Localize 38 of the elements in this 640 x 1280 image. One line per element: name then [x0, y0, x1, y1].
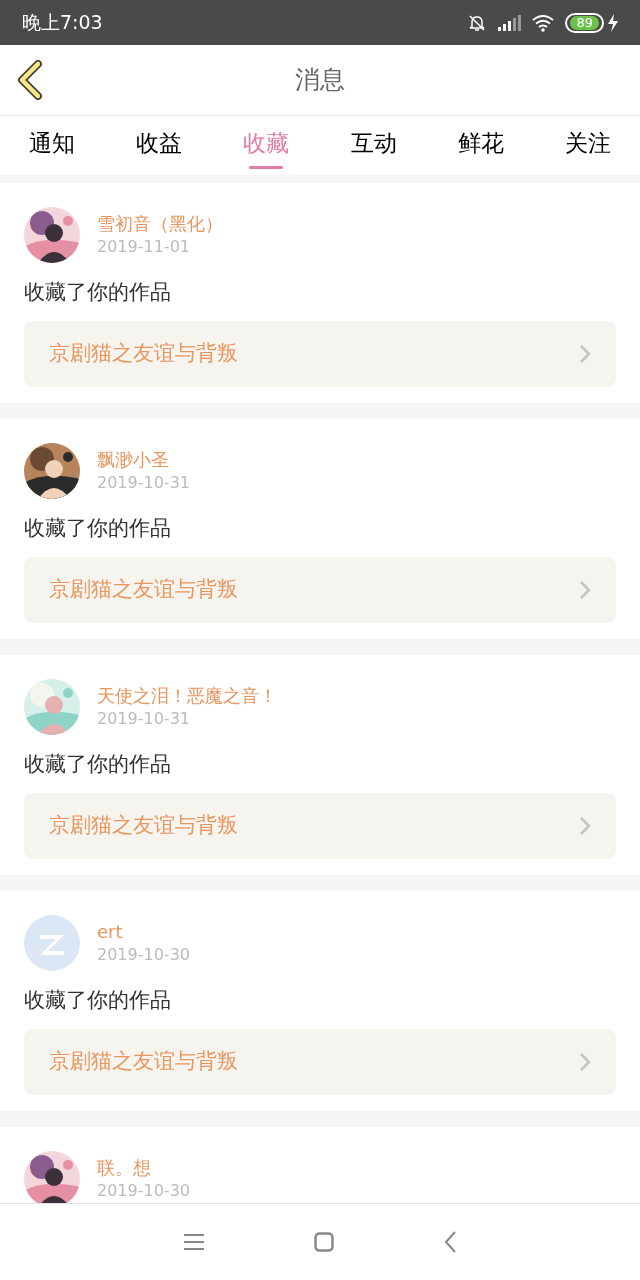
signal-icon — [497, 13, 522, 32]
tab[interactable]: 鲜花 — [436, 116, 525, 175]
charging-icon — [608, 13, 618, 32]
chevron-right-icon — [579, 816, 591, 836]
message-text: 收藏了你的作品 — [24, 279, 171, 306]
message-text: 收藏了你的作品 — [24, 515, 171, 542]
user-name[interactable]: ert — [97, 920, 190, 944]
user-name[interactable]: 飘渺小圣 — [97, 448, 190, 472]
user-name[interactable]: 联。想 — [97, 1156, 190, 1180]
battery-level: 89 — [565, 12, 604, 33]
message-date: 2019-10-31 — [97, 708, 191, 730]
menu-icon[interactable] — [184, 1234, 204, 1250]
home-icon[interactable] — [314, 1232, 334, 1252]
default-avatar-icon — [24, 915, 80, 971]
status-time: 晚上7:03 — [22, 10, 103, 36]
tab[interactable]: 通知 — [8, 116, 96, 175]
message-date: 2019-10-30 — [97, 1180, 190, 1202]
user-name[interactable]: 雪初音（黑化） — [97, 212, 223, 236]
tab[interactable]: 关注 — [543, 116, 632, 175]
message-date: 2019-10-31 — [97, 472, 190, 494]
work-link[interactable]: 京剧猫之友谊与背叛 — [24, 557, 616, 623]
chevron-right-icon — [579, 580, 591, 600]
chevron-right-icon — [579, 1052, 591, 1072]
tab[interactable]: 收藏 — [222, 116, 311, 175]
message-date: 2019-11-01 — [97, 236, 191, 258]
page-title: 消息 — [295, 64, 345, 97]
chevron-right-icon — [579, 344, 591, 364]
message-date: 2019-10-30 — [97, 944, 190, 966]
user-name[interactable]: 天使之泪！恶魔之音！ — [97, 684, 277, 708]
work-link[interactable]: 京剧猫之友谊与背叛 — [24, 321, 616, 387]
back-icon[interactable] — [444, 1231, 456, 1253]
tab[interactable]: 互动 — [329, 116, 418, 175]
tab[interactable]: 收益 — [115, 116, 204, 175]
message-text: 收藏了你的作品 — [24, 987, 171, 1014]
work-link[interactable]: 京剧猫之友谊与背叛 — [24, 793, 616, 859]
work-link[interactable]: 京剧猫之友谊与背叛 — [24, 1029, 616, 1095]
message-text: 收藏了你的作品 — [24, 751, 171, 778]
wifi-icon — [531, 13, 556, 32]
